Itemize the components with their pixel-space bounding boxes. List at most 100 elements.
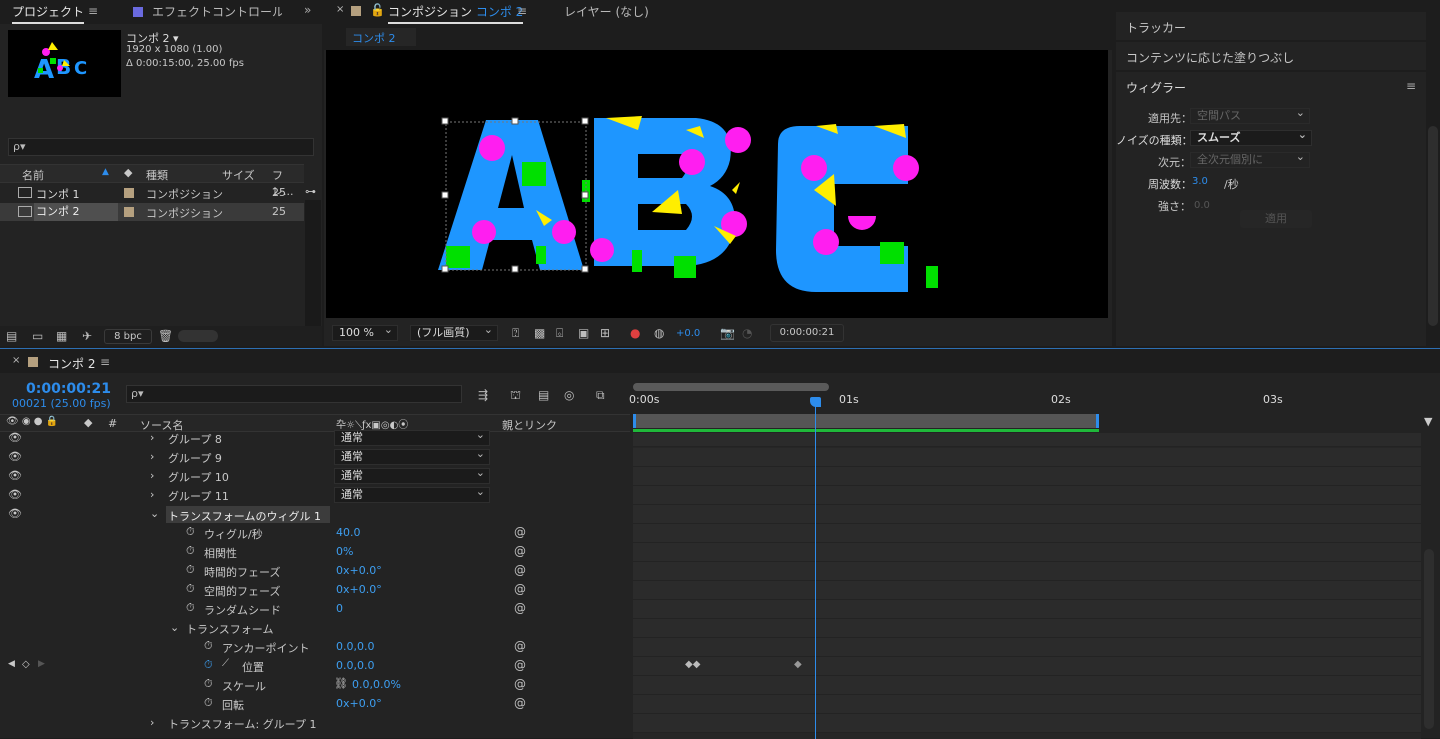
tab-layer[interactable]: レイヤー (なし) <box>564 3 649 20</box>
property-group-row[interactable]: ⌄ トランスフォーム <box>0 619 630 638</box>
timeline-timecode[interactable]: 0:00:00:21 <box>26 381 111 397</box>
menu-icon[interactable]: ≡ <box>88 4 98 18</box>
track-row[interactable] <box>633 505 1421 524</box>
property-row[interactable]: ⏱ 相関性 0% @ <box>0 543 630 562</box>
scrollbar[interactable] <box>305 200 321 326</box>
property-value[interactable]: 0 <box>336 602 343 615</box>
property-row[interactable]: ⏱ 空間的フェーズ 0x+0.0° @ <box>0 581 630 600</box>
content-aware-fill-panel[interactable]: コンテンツに応じた塗りつぶし <box>1116 42 1426 70</box>
frame-blending-icon[interactable]: ▤ <box>538 387 549 403</box>
expression-pickwhip-icon[interactable]: @ <box>514 658 526 672</box>
apply-button[interactable]: 適用 <box>1240 210 1312 228</box>
graph-icon[interactable]: ⟋ <box>222 658 229 669</box>
resolution-dropdown[interactable]: (フル画質) <box>410 323 498 341</box>
expression-pickwhip-icon[interactable]: @ <box>514 601 526 615</box>
list-item[interactable]: コンポ 2 コンポジション 25 <box>0 203 304 221</box>
color-channel-icon[interactable]: ● <box>630 325 640 341</box>
comp-canvas[interactable] <box>326 50 1108 318</box>
timeline-search-input[interactable]: ρ▾ <box>126 385 462 403</box>
time-navigator[interactable] <box>633 383 829 391</box>
content-aware-fill-title[interactable]: コンテンツに応じた塗りつぶし <box>1126 49 1294 66</box>
region-of-interest-icon[interactable]: ▣ <box>578 325 589 341</box>
layer-row[interactable]: › トランスフォーム: グループ 1 <box>0 714 630 733</box>
menu-icon[interactable]: ≡ <box>100 355 110 369</box>
graph-editor-icon[interactable]: ⧉ <box>596 387 605 403</box>
blend-mode-dropdown[interactable]: 通常 <box>334 485 490 503</box>
expression-pickwhip-icon[interactable]: @ <box>514 696 526 710</box>
property-row[interactable]: ⏱ 時間的フェーズ 0x+0.0° @ <box>0 562 630 581</box>
collapse-arrow-icon[interactable]: ⌄ <box>150 507 159 520</box>
stopwatch-icon[interactable]: ⏱ <box>186 601 195 615</box>
expand-arrow-icon[interactable]: › <box>150 469 154 482</box>
expression-pickwhip-icon[interactable]: @ <box>514 639 526 653</box>
keyframe-icon[interactable]: ◆ <box>794 659 802 670</box>
track-row[interactable] <box>633 638 1421 657</box>
effect-row[interactable]: 👁 ⌄ トランスフォームのウィグル 1 <box>0 505 630 524</box>
tracker-title[interactable]: トラッカー <box>1126 19 1186 36</box>
expression-pickwhip-icon[interactable]: @ <box>514 544 526 558</box>
property-value[interactable]: 0.0,0.0 <box>336 659 374 672</box>
new-comp-icon[interactable]: ▦ <box>56 328 67 344</box>
fast-preview-icon[interactable]: ⍰ <box>512 325 519 341</box>
time-ruler[interactable]: 0:00s 01s 02s 03s <box>629 393 1421 413</box>
stopwatch-icon[interactable]: ⏱ <box>204 696 213 710</box>
apply-to-dropdown[interactable]: 空間パス <box>1190 106 1310 124</box>
col-type[interactable]: 種類 <box>146 167 168 183</box>
track-row[interactable] <box>633 448 1421 467</box>
search-input[interactable]: ρ▾ <box>8 138 314 156</box>
track-row[interactable] <box>633 467 1421 486</box>
col-name[interactable]: 名前 <box>22 167 44 183</box>
property-value[interactable]: 0.0,0.0 <box>336 640 374 653</box>
collapse-arrow-icon[interactable]: ⌄ <box>170 621 179 634</box>
stopwatch-icon[interactable]: ⏱ <box>186 582 195 596</box>
property-row[interactable]: ◀ ◇ ▶ ⏱ ⟋ 位置 0.0,0.0 @ <box>0 657 630 676</box>
stopwatch-icon[interactable]: ⏱ <box>186 525 195 539</box>
comp-flowchart-icon[interactable]: ⇶ <box>478 387 488 403</box>
layer-row[interactable]: 👁 › グループ 10 通常 <box>0 466 630 486</box>
track-row[interactable] <box>633 619 1421 638</box>
magnitude-value[interactable]: 0.0 <box>1194 200 1210 211</box>
eye-icon[interactable]: 👁 <box>8 488 22 501</box>
exposure-value[interactable]: +0.0 <box>676 328 700 339</box>
blend-mode-dropdown[interactable]: 通常 <box>334 466 490 484</box>
expression-pickwhip-icon[interactable]: @ <box>514 677 526 691</box>
layer-row[interactable]: 👁 › グループ 11 通常 <box>0 485 630 505</box>
tracker-panel[interactable]: トラッカー <box>1116 12 1426 40</box>
property-value[interactable]: 0x+0.0° <box>336 697 382 710</box>
mask-visibility-icon[interactable]: ⌺ <box>556 325 563 341</box>
tab-composition[interactable]: コンポジション コンポ 2 <box>388 3 524 24</box>
layer-duration-bar[interactable] <box>633 429 1099 432</box>
thumbnail-slider[interactable] <box>178 330 218 342</box>
guides-icon[interactable]: ⊞ <box>600 325 610 341</box>
tab-project[interactable]: プロジェクト <box>12 3 85 24</box>
flowchart-icon[interactable]: ⊶ <box>305 185 316 198</box>
snapshot-icon[interactable]: 📷 <box>720 325 735 341</box>
track-row[interactable] <box>633 543 1421 562</box>
transparency-grid-icon[interactable]: ▩ <box>534 325 545 341</box>
eye-icon[interactable]: 👁 <box>8 469 22 482</box>
track-row[interactable]: ◆◆ ◆ <box>633 657 1421 676</box>
expand-arrow-icon[interactable]: › <box>150 450 154 463</box>
zoom-dropdown[interactable]: 100 % <box>332 323 398 341</box>
trash-icon[interactable]: 🗑 <box>158 328 173 344</box>
new-folder-icon[interactable]: ▭ <box>32 328 43 344</box>
tab-timeline[interactable]: コンポ 2 <box>48 355 95 372</box>
layer-row[interactable]: 👁 › グループ 9 通常 <box>0 447 630 467</box>
menu-icon[interactable]: ≡ <box>517 4 527 18</box>
stopwatch-icon[interactable]: ⏱ <box>186 544 195 558</box>
track-row[interactable] <box>633 524 1421 543</box>
keyframe-icon[interactable]: ◆◆ <box>685 659 700 670</box>
property-row[interactable]: ⏱ ランダムシード 0 @ <box>0 600 630 619</box>
expand-panels-icon[interactable]: » <box>304 3 311 17</box>
property-value[interactable]: 0x+0.0° <box>336 564 382 577</box>
expand-arrow-icon[interactable]: › <box>150 431 154 444</box>
track-row[interactable] <box>633 433 1421 447</box>
end-marker-icon[interactable]: ▼ <box>1424 415 1432 428</box>
track-row[interactable] <box>633 714 1421 733</box>
dimension-dropdown[interactable]: 全次元個別に <box>1190 150 1310 168</box>
track-row[interactable] <box>633 562 1421 581</box>
eye-icon[interactable]: 👁 <box>8 507 22 520</box>
show-snapshot-icon[interactable]: ◔ <box>742 325 752 341</box>
col-size[interactable]: サイズ <box>222 167 255 183</box>
viewer[interactable] <box>326 50 1108 318</box>
